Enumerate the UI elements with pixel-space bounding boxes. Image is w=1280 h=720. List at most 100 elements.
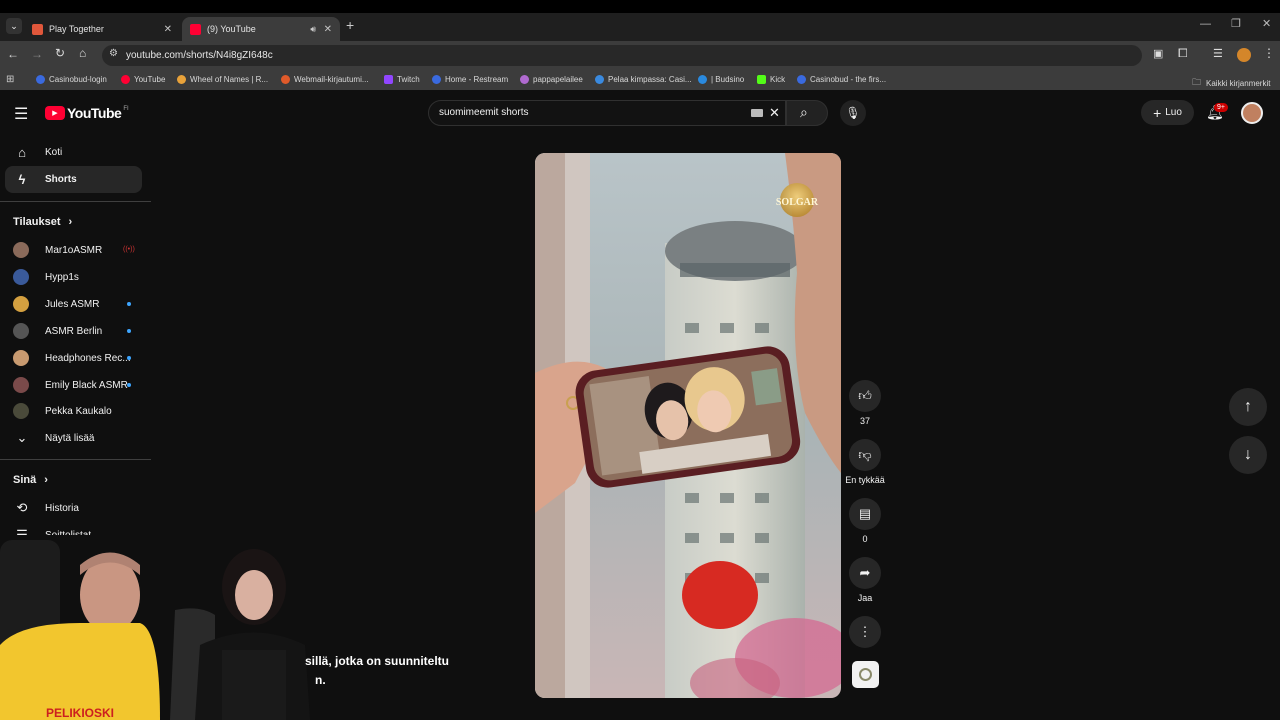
- bookmark-favicon-icon: [177, 75, 186, 84]
- sidebar-item-subscription[interactable]: Headphones Rec...: [13, 350, 131, 366]
- show-more-button[interactable]: ⌄ Näytä lisää: [13, 430, 95, 446]
- account-avatar[interactable]: [1241, 102, 1263, 124]
- sidebar-item-subscription[interactable]: Emily Black ASMR: [13, 377, 128, 393]
- tab-title: (9) YouTube: [207, 24, 256, 34]
- apps-grid-icon[interactable]: ⊞: [6, 74, 14, 85]
- keyboard-icon[interactable]: [751, 109, 763, 117]
- sidebar-divider: [0, 201, 151, 202]
- bookmark-item[interactable]: pappapelailee: [520, 75, 583, 84]
- search-input[interactable]: suomimeemit shorts ✕: [428, 100, 786, 126]
- channel-name: Pekka Kaukalo: [45, 405, 112, 417]
- play-together-favicon-icon: [32, 23, 43, 35]
- bookmark-label: Wheel of Names | R...: [190, 75, 269, 84]
- new-tab-icon[interactable]: +: [346, 17, 354, 33]
- sidebar-item-shorts[interactable]: ϟ Shorts: [13, 172, 77, 187]
- close-window-icon[interactable]: ✕: [1262, 17, 1271, 30]
- you-header[interactable]: Sinä ›: [13, 474, 48, 486]
- bookmark-item[interactable]: Pelaa kimpassa: Casi...: [595, 75, 692, 84]
- tab-play-together[interactable]: Play Together ✕: [24, 17, 180, 41]
- channel-name: Jules ASMR: [45, 298, 100, 310]
- sidebar-item-subscription[interactable]: ASMR Berlin: [13, 323, 102, 339]
- bookmark-label: pappapelailee: [533, 75, 583, 84]
- bookmark-item[interactable]: Kick: [757, 75, 785, 84]
- bookmark-label: Kick: [770, 75, 786, 84]
- home-icon[interactable]: ⌂: [79, 46, 86, 60]
- extensions-icon[interactable]: ⧠: [1178, 46, 1188, 61]
- channel-avatar: [13, 242, 29, 258]
- sidebar-item-subscription[interactable]: Jules ASMR: [13, 296, 99, 312]
- create-label: Luo: [1165, 107, 1182, 118]
- voice-search-button[interactable]: 🎙︎: [840, 100, 866, 126]
- sidebar-label: Shorts: [45, 174, 77, 185]
- like-button[interactable]: 👍︎: [849, 380, 881, 412]
- bookmark-item[interactable]: Wheel of Names | R...: [177, 75, 268, 84]
- media-control-icon[interactable]: ▣: [1153, 47, 1163, 60]
- sidebar-item-home[interactable]: ⌂ Koti: [13, 145, 62, 160]
- sidebar-item-subscription[interactable]: Mar1oASMR: [13, 242, 102, 258]
- audio-playing-icon[interactable]: 🔊︎: [310, 24, 316, 35]
- close-tab-icon[interactable]: ✕: [324, 24, 332, 35]
- all-bookmarks-button[interactable]: 🗀 Kaikki kirjanmerkit: [1192, 75, 1270, 91]
- comments-button[interactable]: ▤: [849, 498, 881, 530]
- shorts-video-player[interactable]: SOLGAR: [535, 153, 841, 698]
- bookmark-favicon-icon: [121, 75, 130, 84]
- bookmark-item[interactable]: Webmail-kirjautumi...: [281, 75, 369, 84]
- channel-name: ASMR Berlin: [45, 325, 103, 337]
- channel-name: Mar1oASMR: [45, 244, 103, 256]
- new-content-dot: [127, 356, 131, 360]
- search-button[interactable]: ⌕: [786, 100, 828, 126]
- next-short-button[interactable]: ↓: [1229, 436, 1267, 474]
- sound-thumbnail[interactable]: [852, 661, 879, 688]
- profile-avatar-icon[interactable]: [1237, 48, 1251, 62]
- tab-search-chevron-icon[interactable]: ⌄: [6, 18, 22, 34]
- create-button[interactable]: + Luo: [1141, 100, 1194, 125]
- tab-youtube[interactable]: (9) YouTube 🔊︎ ✕: [182, 17, 340, 41]
- minimize-icon[interactable]: —: [1200, 18, 1211, 30]
- share-button[interactable]: ➦: [849, 557, 881, 589]
- youtube-favicon-icon: [190, 23, 201, 35]
- url-text[interactable]: youtube.com/shorts/N4i8gZI648c: [126, 50, 273, 61]
- bookmark-item[interactable]: Casinobud-login: [36, 75, 107, 84]
- more-actions-button[interactable]: ⋮: [849, 616, 881, 648]
- clear-search-icon[interactable]: ✕: [769, 105, 780, 121]
- forward-icon[interactable]: →: [31, 47, 43, 61]
- maximize-icon[interactable]: ❐: [1231, 17, 1241, 30]
- channel-avatar: [13, 269, 29, 285]
- sidebar-item-subscription[interactable]: Pekka Kaukalo: [13, 403, 112, 419]
- reading-list-icon[interactable]: ☰: [1213, 47, 1223, 60]
- bookmark-item[interactable]: YouTube: [121, 75, 165, 84]
- shirt-text: PELIKIOSKI: [46, 706, 114, 720]
- site-info-icon[interactable]: ⚙: [109, 48, 118, 59]
- subscriptions-header[interactable]: Tilaukset ›: [13, 216, 72, 228]
- arrow-up-icon: ↑: [1244, 398, 1252, 415]
- sidebar-item-subscription[interactable]: Hypp1s: [13, 269, 79, 285]
- bookmark-favicon-icon: [432, 75, 441, 84]
- bookmark-item[interactable]: Twitch: [384, 75, 420, 84]
- chevron-down-icon: ⌄: [16, 430, 28, 445]
- sidebar-item-history[interactable]: ⟲ Historia: [13, 500, 79, 516]
- caption-line: n.: [315, 673, 326, 687]
- bookmark-item[interactable]: | Budsino: [698, 75, 744, 84]
- sidebar-divider: [0, 459, 151, 460]
- close-tab-icon[interactable]: ✕: [164, 24, 172, 35]
- region-code: FI: [123, 106, 129, 112]
- browser-menu-icon[interactable]: ⋮: [1263, 46, 1275, 60]
- audio-disc-icon: [859, 668, 872, 681]
- chevron-right-icon: ›: [68, 216, 73, 228]
- home-icon: ⌂: [18, 145, 26, 160]
- live-indicator-icon: ((•)): [123, 246, 135, 253]
- bookmark-favicon-icon: [520, 75, 529, 84]
- bookmark-item[interactable]: Home - Restream: [432, 75, 508, 84]
- youtube-logo[interactable]: ▶ YouTube FI: [45, 105, 129, 121]
- hamburger-menu-icon[interactable]: ☰: [14, 104, 28, 124]
- bookmark-item[interactable]: Casinobud - the firs...: [797, 75, 886, 84]
- dislike-button[interactable]: 👎︎: [849, 439, 881, 471]
- back-icon[interactable]: ←: [7, 47, 19, 61]
- channel-avatar: [13, 296, 29, 312]
- reload-icon[interactable]: ↻: [55, 46, 65, 60]
- bookmark-favicon-icon: [36, 75, 45, 84]
- bookmark-label: Pelaa kimpassa: Casi...: [608, 75, 692, 84]
- thumbs-up-icon: 👍︎: [858, 388, 872, 403]
- previous-short-button[interactable]: ↑: [1229, 388, 1267, 426]
- bookmark-label: Home - Restream: [445, 75, 509, 84]
